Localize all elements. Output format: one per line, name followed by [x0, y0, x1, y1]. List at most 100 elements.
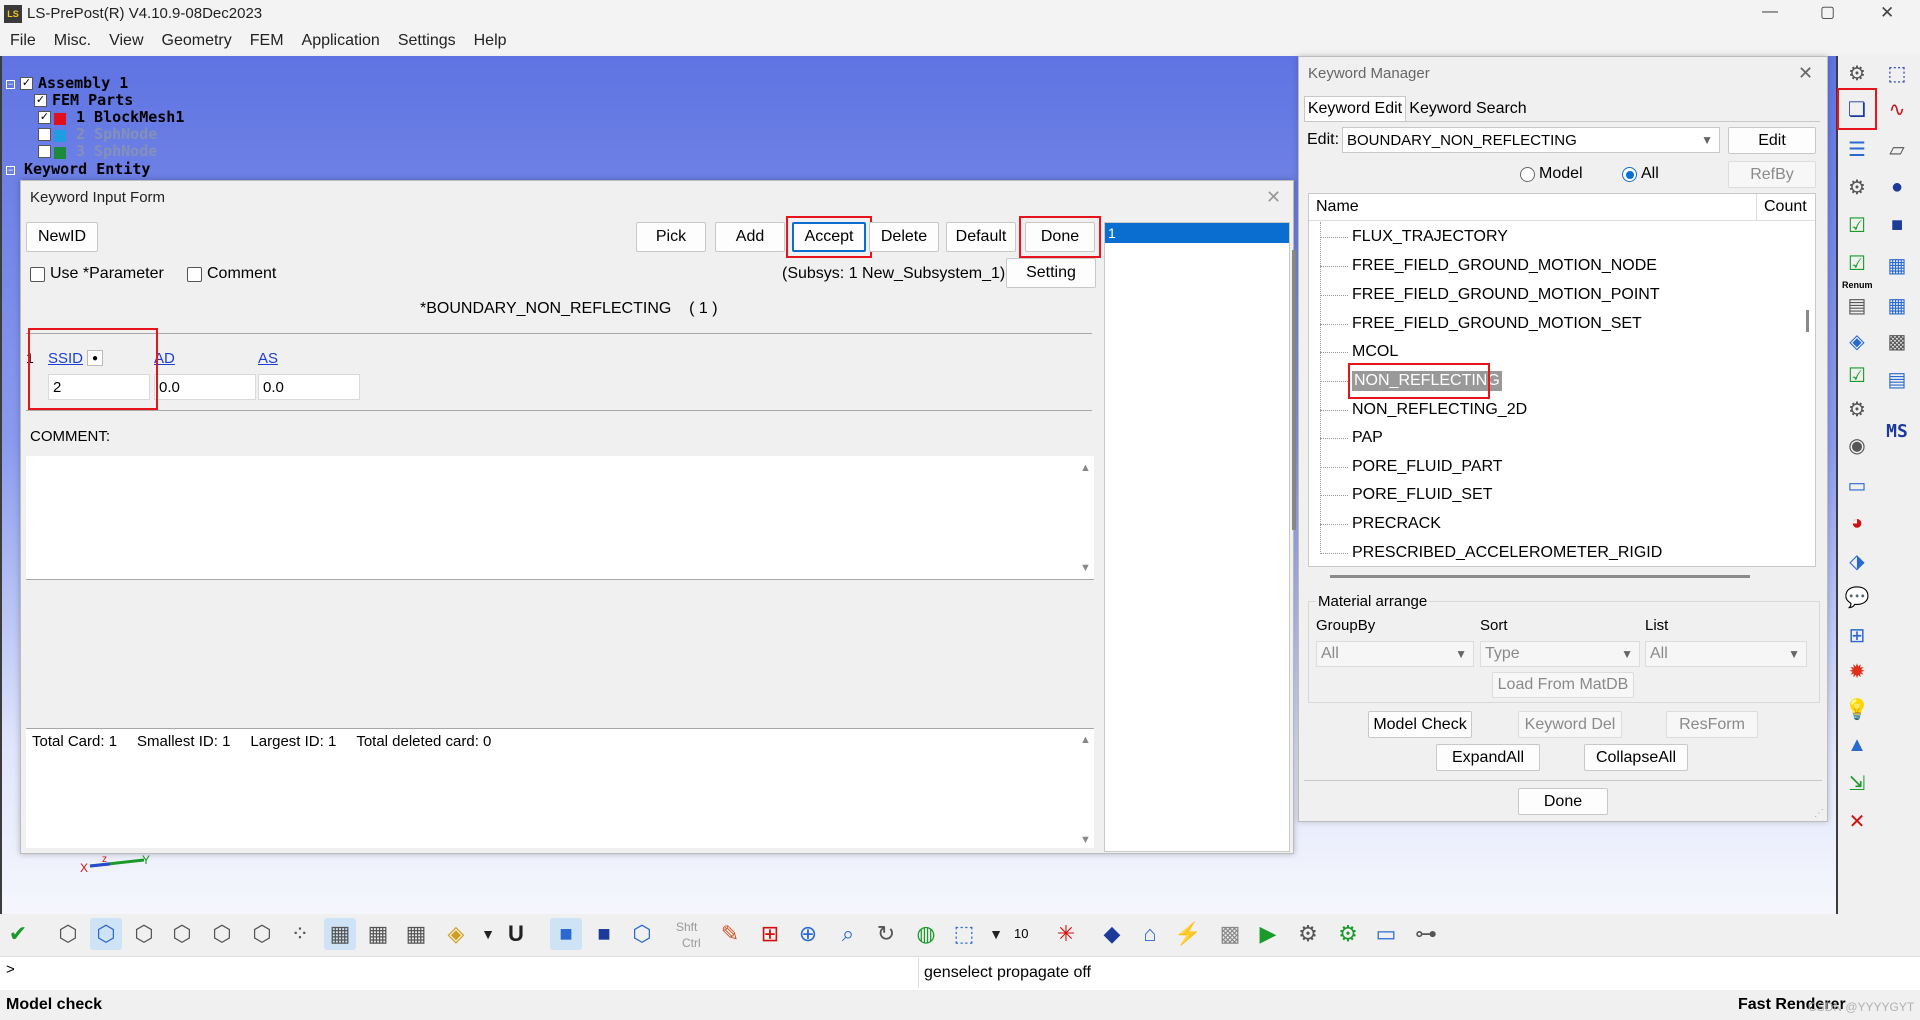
list-select[interactable]: All ▼	[1645, 641, 1807, 667]
tree-fem-parts[interactable]: FEM Parts	[52, 91, 133, 109]
tree-keyword-entity[interactable]: Keyword Entity	[24, 160, 150, 178]
gears-icon[interactable]: ⚙	[1842, 58, 1872, 88]
tree-part-3[interactable]: 3 SphNode	[76, 142, 157, 160]
iso-cube-icon[interactable]: ◆	[1096, 918, 1128, 950]
tree-part-1[interactable]: 1 BlockMesh1	[76, 108, 184, 126]
add-button[interactable]: Add	[715, 222, 785, 252]
arrow-grid-icon[interactable]: ⇲	[1842, 768, 1872, 798]
shaded-cube-icon[interactable]: ⬡	[90, 918, 122, 950]
axes-icon[interactable]: ✳	[1050, 918, 1082, 950]
window-icon[interactable]: ▭	[1842, 470, 1872, 500]
menu-application[interactable]: Application	[302, 32, 380, 50]
layers-icon[interactable]: ◈	[1842, 326, 1872, 356]
wire-grid-icon[interactable]: ▩	[1882, 326, 1912, 356]
tree-item[interactable]: NON_REFLECTING_2D	[1352, 400, 1527, 420]
keyword-entity-collapse-icon[interactable]: −	[6, 166, 15, 175]
tree-part-2[interactable]: 2 SphNode	[76, 125, 157, 143]
col-name-header[interactable]: Name	[1316, 198, 1359, 216]
ms-icon[interactable]: MS	[1882, 416, 1912, 446]
info-scroll-up-icon[interactable]: ▲	[1080, 734, 1091, 746]
point-cloud-icon[interactable]: ⁘	[284, 918, 316, 950]
collapse-all-button[interactable]: CollapseAll	[1584, 744, 1688, 771]
cube-edges-icon[interactable]: ⬡	[128, 918, 160, 950]
gear-doc-icon[interactable]: ⚙	[1842, 172, 1872, 202]
table-icon[interactable]: ▤	[1882, 364, 1912, 394]
minimize-button[interactable]: —	[1762, 3, 1778, 21]
resize-grip-icon[interactable]: ⋰	[1814, 808, 1824, 819]
zoom-in-icon[interactable]: ⌕	[832, 918, 864, 950]
lightbulb-icon[interactable]: 💡	[1842, 694, 1872, 724]
sphere-icon[interactable]: ●	[1882, 172, 1912, 202]
check-view-icon[interactable]: ✔	[2, 918, 34, 950]
menu-misc[interactable]: Misc.	[54, 32, 91, 50]
pick-button[interactable]: Pick	[636, 222, 706, 252]
select-part-icon[interactable]: ⬚	[1882, 58, 1912, 88]
tree-item[interactable]: FREE_FIELD_GROUND_MOTION_SET	[1352, 314, 1642, 334]
house-icon[interactable]: ⌂	[1134, 918, 1166, 950]
check-list-icon[interactable]: ☑	[1842, 210, 1872, 240]
split-window-icon[interactable]: ⊞	[1842, 620, 1872, 650]
plane-icon[interactable]: ▱	[1882, 134, 1912, 164]
pyramid-icon[interactable]: ▲	[1842, 730, 1872, 760]
menu-geometry[interactable]: Geometry	[162, 32, 232, 50]
gears-icon[interactable]: ⚙	[1292, 918, 1324, 950]
as-input[interactable]: 0.0	[258, 374, 360, 400]
cube-feature-icon[interactable]: ⬡	[246, 918, 278, 950]
renum-icon[interactable]: ☑	[1842, 248, 1872, 278]
tree-item[interactable]: FREE_FIELD_GROUND_MOTION_NODE	[1352, 256, 1657, 276]
default-button[interactable]: Default	[946, 222, 1016, 252]
maximize-button[interactable]: ▢	[1820, 2, 1835, 22]
tree-item[interactable]: PORE_FLUID_PART	[1352, 457, 1503, 477]
solid-box-icon[interactable]: ■	[1882, 210, 1912, 240]
kif-close-icon[interactable]: ✕	[1266, 187, 1281, 208]
u-vector-icon[interactable]: U	[500, 918, 532, 950]
part2-checkbox[interactable]	[38, 128, 51, 141]
dropdown-arrow-icon[interactable]: ▼	[980, 918, 1012, 950]
groupby-select[interactable]: All ▼	[1316, 641, 1474, 667]
comment-textarea[interactable]	[26, 456, 1094, 580]
tree-assembly[interactable]: Assembly 1	[38, 74, 128, 92]
menu-fem[interactable]: FEM	[250, 32, 284, 50]
tree-item[interactable]: MCOL	[1352, 342, 1398, 362]
chat-icon[interactable]: 💬	[1842, 582, 1872, 612]
comment-scroll-up-icon[interactable]: ▲	[1080, 462, 1091, 474]
tree-collapse-icon[interactable]: −	[6, 80, 15, 89]
delete-button[interactable]: Delete	[869, 222, 939, 252]
comment-scroll-down-icon[interactable]: ▼	[1080, 562, 1091, 574]
tree-vscrollbar[interactable]	[1806, 310, 1809, 332]
arrow-cube-icon[interactable]: ⬗	[1842, 546, 1872, 576]
id-list-item[interactable]: 1	[1105, 223, 1289, 243]
transparent-cube-icon[interactable]: ⬡	[626, 918, 658, 950]
blue-cube-icon[interactable]: ■	[550, 918, 582, 950]
tree-item[interactable]: PORE_FLUID_SET	[1352, 485, 1492, 505]
doc-icon[interactable]: ▤	[1842, 290, 1872, 320]
tree-hscrollbar[interactable]	[1330, 575, 1750, 578]
checker-icon[interactable]: ▩	[1214, 918, 1246, 950]
command-input[interactable]	[20, 958, 916, 986]
model-check-button[interactable]: Model Check	[1368, 711, 1472, 738]
col-count-header[interactable]: Count	[1764, 198, 1807, 216]
edit-keyword-select[interactable]: BOUNDARY_NON_REFLECTING ▼	[1342, 127, 1720, 153]
explosion-icon[interactable]: ✹	[1842, 656, 1872, 686]
cube-outline-icon[interactable]: ⬡	[206, 918, 238, 950]
tree-item[interactable]: PAP	[1352, 428, 1383, 448]
comment-checkbox[interactable]	[187, 267, 202, 282]
box-view-icon[interactable]: ⬚	[948, 918, 980, 950]
dense-mesh-icon[interactable]: ▦	[400, 918, 432, 950]
tree-item[interactable]: FLUX_TRAJECTORY	[1352, 227, 1508, 247]
kif-splitter[interactable]	[1292, 250, 1296, 530]
sort-select[interactable]: Type ▼	[1480, 641, 1640, 667]
wireframe-cube-icon[interactable]: ⬡	[52, 918, 84, 950]
green-gears-icon[interactable]: ⚙	[1332, 918, 1364, 950]
resform-button[interactable]: ResForm	[1666, 711, 1758, 738]
eraser-icon[interactable]: ✎	[714, 918, 746, 950]
list-doc-icon[interactable]: ☰	[1842, 134, 1872, 164]
speaker-icon[interactable]: ◉	[1842, 430, 1872, 460]
curve-icon[interactable]: ∿	[1882, 94, 1912, 124]
radio-all[interactable]	[1622, 167, 1637, 182]
use-parameter-checkbox[interactable]	[30, 267, 45, 282]
grid-cube-icon[interactable]: ▦	[324, 918, 356, 950]
part3-checkbox[interactable]	[38, 145, 51, 158]
zoom-box-icon[interactable]: ⊕	[792, 918, 824, 950]
gear-cluster-icon[interactable]: ⚙	[1842, 394, 1872, 424]
